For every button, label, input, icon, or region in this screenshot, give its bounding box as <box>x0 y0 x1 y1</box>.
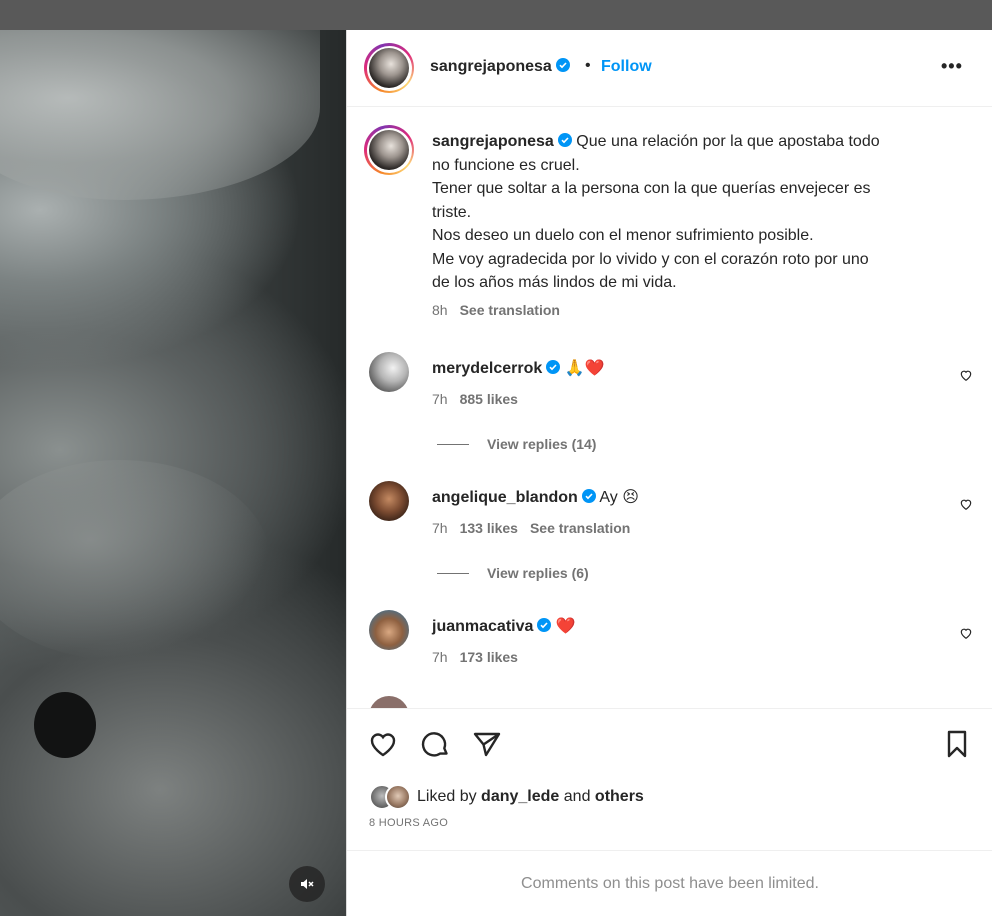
bookmark-icon[interactable] <box>941 728 973 760</box>
author-username[interactable]: sangrejaponesa <box>430 58 570 76</box>
speaker-muted-icon <box>301 879 314 889</box>
commenter-avatar[interactable] <box>369 481 409 521</box>
comment-username[interactable]: angelique_blandon <box>432 489 578 506</box>
caption-line-2: no funcione es cruel. <box>432 156 580 174</box>
comment-text: ❤️ <box>555 618 576 635</box>
liker-avatar[interactable] <box>385 784 411 810</box>
caption-time: 8h <box>432 302 448 318</box>
verified-badge-icon <box>581 489 596 503</box>
comments-limited-notice: Comments on this post have been limited. <box>347 850 992 916</box>
commenter-avatar[interactable] <box>369 352 409 392</box>
comments-list[interactable]: sangrejaponesa Que una relación por la q… <box>347 108 992 708</box>
more-options-button[interactable]: ••• <box>941 56 963 77</box>
comment-meta: 7h 885 likes <box>432 391 518 407</box>
commenter-avatar[interactable] <box>369 610 409 650</box>
comment-bubble-icon[interactable] <box>419 728 451 760</box>
liked-by-text: Liked by dany_lede and others <box>417 788 644 806</box>
replies-rule <box>437 573 469 574</box>
view-replies-button[interactable]: View replies (14) <box>437 436 596 452</box>
caption-line-4: triste. <box>432 203 472 221</box>
view-replies-button[interactable]: View replies (6) <box>437 565 589 581</box>
comment-time: 7h <box>432 520 448 536</box>
post-side-panel: sangrejaponesa • Follow ••• sangrejapone… <box>346 30 992 916</box>
post-timestamp[interactable]: 8 HOURS AGO <box>369 817 448 829</box>
caption-line-7: de los años más lindos de mi vida. <box>432 274 677 291</box>
view-replies-label[interactable]: View replies (6) <box>487 565 589 581</box>
see-translation-link[interactable]: See translation <box>460 302 560 318</box>
liked-by-row: Liked by dany_lede and others <box>369 784 644 810</box>
media-highlight <box>0 30 320 200</box>
comment-username[interactable]: juanmacativa <box>432 618 533 635</box>
comment-item: angelique_blandon Ay 😣 7h 133 likes See tr… <box>347 481 992 601</box>
header-separator: • <box>585 57 591 74</box>
caption-author-avatar[interactable] <box>364 125 414 175</box>
paper-plane-icon[interactable] <box>471 728 503 760</box>
comment-item: juanmacativa ❤️ 7h 173 likes <box>347 610 992 708</box>
author-username-text[interactable]: sangrejaponesa <box>430 58 552 75</box>
comment-time: 7h <box>432 649 448 665</box>
comment-time: 7h <box>432 391 448 407</box>
comment-meta: 7h 173 likes <box>432 649 518 665</box>
comment-line: juanmacativa ❤️ <box>432 616 576 636</box>
replies-rule <box>437 444 469 445</box>
comment-text: Ay 😣 <box>599 489 639 506</box>
verified-badge-icon <box>555 58 570 72</box>
comment-item: merydelcerrok 🙏❤️ 7h 885 likes View repli… <box>347 352 992 472</box>
action-bar: Liked by dany_lede and others 8 HOURS AG… <box>347 708 992 852</box>
caption-line-5: Nos deseo un duelo con el menor sufrimie… <box>432 227 814 244</box>
comment-username[interactable]: merydelcerrok <box>432 360 542 377</box>
follow-button[interactable]: Follow <box>601 58 652 76</box>
caption-line-3: Tener que soltar a la persona con la que… <box>432 180 871 197</box>
liked-by-user[interactable]: dany_lede <box>481 788 559 805</box>
comment-likes[interactable]: 173 likes <box>460 649 518 665</box>
heart-icon[interactable] <box>959 497 973 511</box>
see-translation-link[interactable]: See translation <box>530 520 630 536</box>
verified-badge-icon <box>546 360 561 374</box>
liked-by-and: and <box>563 788 591 805</box>
liked-by-others[interactable]: others <box>595 788 644 805</box>
media-dark-spot <box>34 692 96 758</box>
post-media-video[interactable] <box>0 30 346 916</box>
backdrop-strip <box>0 0 992 30</box>
heart-icon[interactable] <box>367 728 399 760</box>
comment-line: merydelcerrok 🙏❤️ <box>432 358 605 378</box>
caption-line-6: Me voy agradecida por lo vivido y con el… <box>432 250 869 268</box>
post-header: sangrejaponesa • Follow ••• <box>347 30 992 107</box>
caption-line-1: Que una relación por la que apostaba tod… <box>576 133 880 150</box>
comment-line: angelique_blandon Ay 😣 <box>432 487 639 507</box>
caption-meta: 8h See translation <box>432 302 560 318</box>
liked-by-prefix: Liked by <box>417 788 477 805</box>
verified-badge-icon <box>557 133 572 147</box>
caption-username[interactable]: sangrejaponesa <box>432 133 554 150</box>
comment-likes[interactable]: 133 likes <box>460 520 518 536</box>
heart-icon[interactable] <box>959 626 973 640</box>
mute-button[interactable] <box>289 866 325 902</box>
heart-icon[interactable] <box>959 368 973 382</box>
comment-text: 🙏❤️ <box>564 360 605 377</box>
view-replies-label[interactable]: View replies (14) <box>487 436 596 452</box>
media-shadow <box>0 460 270 660</box>
verified-badge-icon <box>537 618 552 632</box>
comment-meta: 7h 133 likes See translation <box>432 520 630 536</box>
author-avatar[interactable] <box>364 43 414 93</box>
comment-likes[interactable]: 885 likes <box>460 391 518 407</box>
caption: sangrejaponesa Que una relación por la q… <box>432 130 952 295</box>
